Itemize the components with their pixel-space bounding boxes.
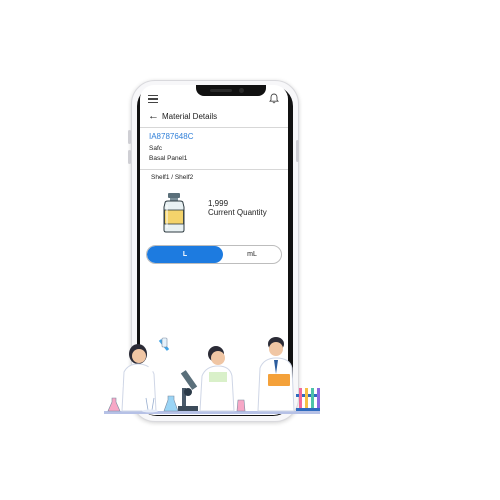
quantity-value: 1,999 bbox=[208, 199, 229, 208]
phone-speaker bbox=[210, 89, 232, 92]
unit-toggle: L mL bbox=[146, 245, 282, 264]
scientist-left-figure bbox=[107, 337, 170, 412]
phone-volume-down bbox=[128, 150, 131, 164]
scientists-illustration bbox=[104, 337, 320, 414]
phone-power-button bbox=[296, 140, 299, 162]
phone-camera bbox=[239, 88, 244, 93]
phone-volume-up bbox=[128, 130, 131, 144]
scientist-right-figure bbox=[257, 337, 295, 412]
unit-option-l[interactable]: L bbox=[147, 246, 223, 263]
page-header: ← Material Details bbox=[140, 107, 288, 128]
unit-option-ml[interactable]: mL bbox=[223, 246, 281, 263]
back-arrow-icon[interactable]: ← bbox=[148, 111, 159, 122]
material-id-link[interactable]: IA8787648C bbox=[149, 132, 193, 141]
page-title: Material Details bbox=[162, 112, 218, 121]
quantity-label: Current Quantity bbox=[208, 208, 267, 217]
hamburger-icon[interactable] bbox=[148, 95, 158, 103]
microscope-figure bbox=[178, 370, 198, 411]
bottle-icon bbox=[163, 193, 185, 233]
bell-icon[interactable] bbox=[269, 93, 279, 104]
material-name: Basal Panel1 bbox=[149, 155, 188, 162]
divider bbox=[140, 169, 288, 170]
material-supplier: Safc bbox=[149, 145, 163, 152]
scientist-middle-figure bbox=[199, 346, 235, 412]
storage-location: Shelf1 / Shelf2 bbox=[151, 174, 194, 181]
